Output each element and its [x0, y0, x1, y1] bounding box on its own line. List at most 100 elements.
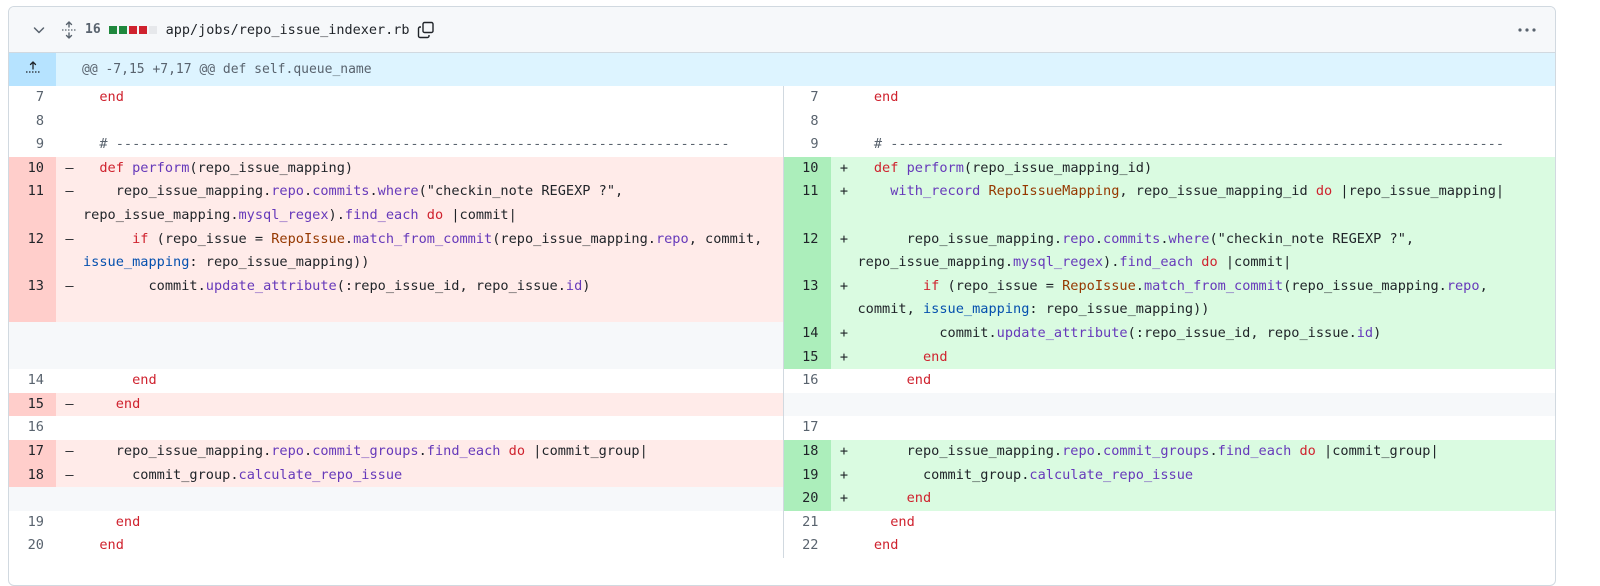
diff-row: 14 + commit.update_attribute(:repo_issue_… — [9, 321, 1555, 346]
right-line-add: 12 + repo_issue_mapping.repo.commits.wher… — [782, 227, 1555, 275]
line-number[interactable]: 19 — [783, 463, 831, 488]
line-number[interactable]: 18 — [9, 463, 56, 488]
line-number[interactable]: 7 — [784, 86, 831, 110]
right-line-empty — [782, 392, 1555, 417]
expand-up-button[interactable] — [9, 53, 56, 86]
line-marker — [831, 534, 858, 558]
line-number[interactable]: 10 — [783, 156, 831, 181]
line-marker — [56, 345, 83, 370]
code-token: end — [99, 89, 124, 105]
left-line: 14 end — [9, 369, 783, 393]
addition-marker: + — [830, 156, 858, 181]
chevron-down-icon[interactable] — [29, 20, 49, 40]
line-number[interactable]: 12 — [9, 227, 56, 275]
line-number[interactable]: 11 — [9, 180, 56, 228]
file-path-link[interactable]: app/jobs/repo_issue_indexer.rb — [166, 22, 410, 38]
code-token: where — [377, 183, 419, 200]
code-token: end — [115, 395, 141, 412]
addition-marker: + — [830, 274, 858, 322]
line-number[interactable]: 19 — [9, 511, 56, 535]
code-token: update_attribute — [205, 277, 337, 294]
line-number[interactable]: 12 — [783, 227, 831, 275]
deletion-marker: – — [56, 439, 83, 464]
line-number[interactable]: 7 — [9, 86, 56, 110]
line-number[interactable]: 16 — [9, 416, 56, 440]
code-token: |commit_group| — [525, 442, 648, 459]
code-token: |commit| — [443, 206, 517, 223]
diff-row: 15– end — [9, 392, 1555, 417]
line-number[interactable]: 15 — [783, 345, 831, 370]
code-token: , repo_issue_mapping_id — [1119, 183, 1316, 200]
kebab-horizontal-icon[interactable] — [1517, 20, 1537, 40]
deletion-marker: – — [56, 463, 83, 488]
diff-rows: 7 end 7 end 8 8 9 # ------------------------… — [9, 86, 1555, 558]
addition-marker: + — [830, 463, 858, 488]
code-token: repo — [1062, 230, 1095, 247]
line-number[interactable]: 9 — [9, 133, 56, 157]
diffstat — [108, 25, 158, 34]
code-token: do — [426, 206, 444, 223]
line-number[interactable]: 16 — [784, 369, 831, 393]
addition-marker: + — [830, 439, 858, 464]
left-line: 19 end — [9, 511, 783, 535]
left-line-del: 18– commit_group.calculate_repo_issue — [9, 463, 783, 488]
line-marker — [831, 369, 858, 393]
code-token: (repo_issue_mapping. — [1283, 277, 1447, 294]
code-token: match_from_commit — [353, 230, 493, 247]
line-number[interactable]: 21 — [784, 511, 831, 535]
code-token: do — [508, 442, 526, 459]
line-number[interactable]: 20 — [9, 534, 56, 558]
code-token: end — [906, 490, 932, 507]
left-line-empty — [9, 321, 783, 346]
code-line: def perform(repo_issue_mapping) — [83, 156, 783, 181]
code-line: end — [83, 534, 783, 558]
code-line: repo_issue_mapping.repo.commit_groups.fi… — [857, 439, 1555, 464]
line-number[interactable]: 11 — [783, 180, 831, 228]
line-number[interactable]: 20 — [783, 487, 831, 511]
code-token: |repo_issue_mapping| — [1332, 183, 1505, 200]
diff-row: 7 end 7 end — [9, 86, 1555, 110]
line-number[interactable]: 15 — [9, 392, 56, 417]
diffstat-block-neutral — [148, 25, 157, 34]
line-number[interactable]: 14 — [9, 369, 56, 393]
code-token: end — [890, 513, 915, 530]
line-marker — [831, 511, 858, 535]
code-token: find_each — [426, 442, 501, 459]
code-token: . — [304, 442, 313, 459]
line-number[interactable]: 9 — [784, 133, 831, 157]
file-header: 16 app/jobs/repo_issue_indexer.rb — [9, 7, 1555, 53]
line-number[interactable]: 17 — [9, 439, 56, 464]
code-token: end — [873, 537, 899, 554]
deletion-marker: – — [56, 156, 83, 181]
right-line-add: 18 + repo_issue_mapping.repo.commit_group… — [782, 439, 1555, 464]
line-number[interactable]: 13 — [9, 274, 56, 322]
diff-row: 20 + end — [9, 487, 1555, 511]
code-token: do — [1201, 254, 1218, 271]
unfold-icon[interactable] — [59, 20, 79, 40]
line-number[interactable]: 22 — [784, 534, 831, 558]
line-number[interactable]: 17 — [784, 416, 831, 440]
code-token: find_each — [344, 206, 419, 223]
line-marker — [831, 416, 858, 440]
line-number[interactable]: 8 — [9, 110, 56, 134]
line-number[interactable]: 10 — [9, 156, 56, 181]
line-number[interactable]: 18 — [783, 439, 831, 464]
line-number[interactable]: 8 — [784, 110, 831, 134]
code-line: def perform(repo_issue_mapping_id) — [857, 156, 1555, 181]
deletion-marker: – — [56, 180, 83, 228]
diffstat-block-added — [108, 25, 117, 34]
line-number[interactable]: 14 — [783, 321, 831, 346]
diff-row: 9 # ------------------------------------… — [9, 133, 1555, 157]
code-token: calculate_repo_issue — [1029, 466, 1194, 483]
code-token: (repo_issue_mapping) — [189, 159, 354, 176]
copy-icon[interactable] — [416, 20, 436, 40]
code-token: perform — [906, 159, 964, 176]
code-token: end — [115, 513, 141, 530]
left-line-empty — [9, 487, 783, 511]
line-number[interactable]: 13 — [783, 274, 831, 322]
code-token: commit_group. — [857, 466, 1030, 483]
